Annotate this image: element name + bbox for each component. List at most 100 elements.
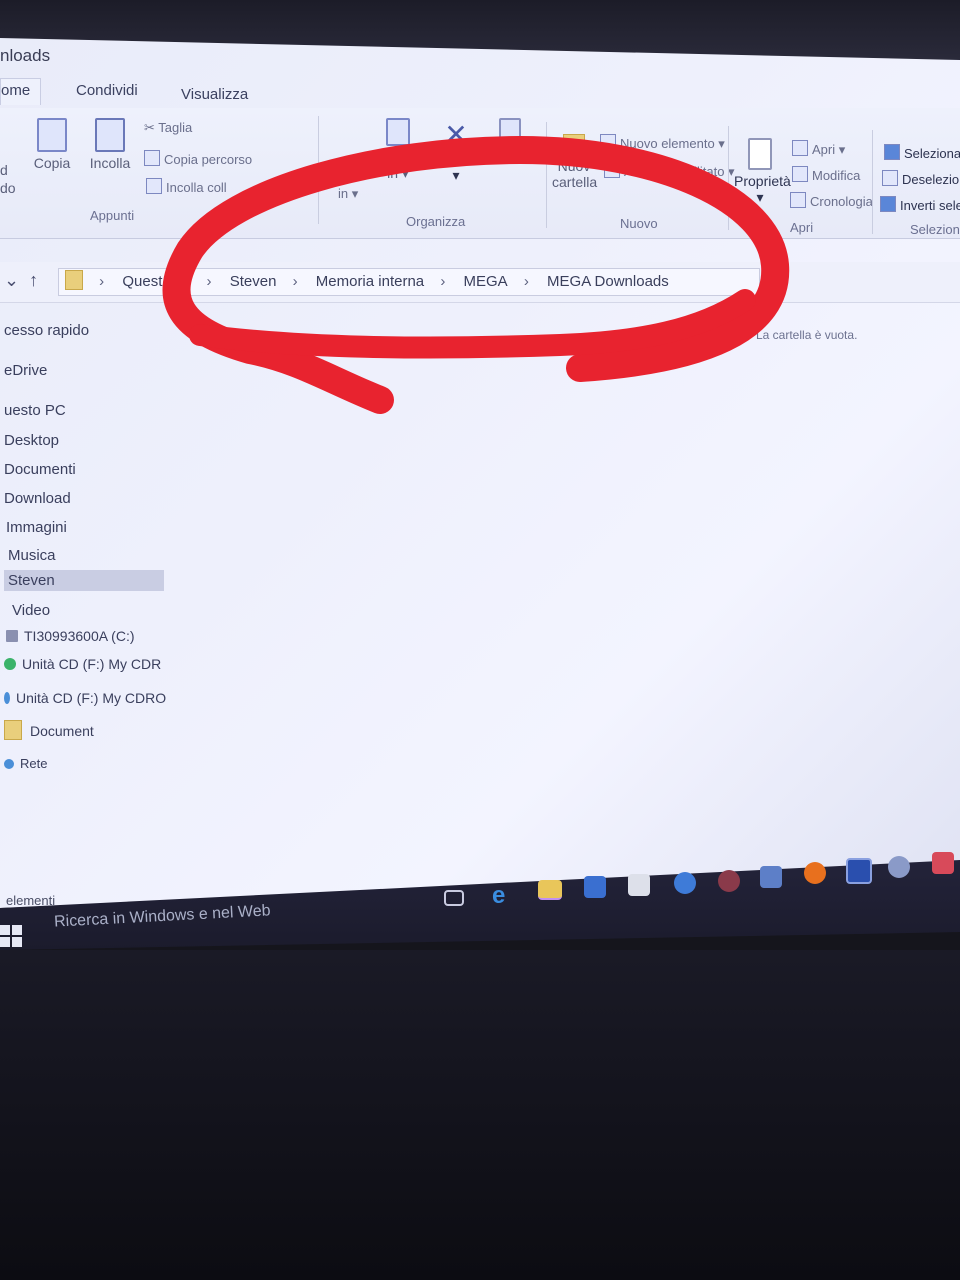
delete-button[interactable]: ✕ Elimina ▾	[432, 118, 480, 184]
tab-share[interactable]: Condividi	[76, 82, 138, 99]
copy-label: Copia	[33, 155, 71, 171]
history-button[interactable]: Cronologia	[790, 192, 873, 209]
copy-button[interactable]: Copia	[30, 118, 74, 171]
paste-shortcut-button[interactable]: Incolla coll	[146, 178, 227, 195]
calendar-icon[interactable]	[932, 852, 954, 874]
invert-selection-button[interactable]: Inverti selezi	[880, 196, 960, 213]
open-icon	[792, 140, 808, 156]
select-all-button[interactable]: Seleziona tu	[884, 144, 960, 161]
nav-item-onedrive[interactable]: eDrive	[0, 360, 51, 381]
folder-icon	[65, 270, 83, 290]
firefox-icon[interactable]	[804, 862, 826, 884]
up-arrow-icon[interactable]: ↑	[29, 270, 38, 290]
folder-icon	[4, 720, 22, 740]
nav-item-documents[interactable]: Documenti	[0, 459, 80, 480]
copy-to-icon	[386, 118, 410, 146]
edit-icon	[792, 166, 808, 182]
easy-access-button[interactable]: Accesso facilitato ▾	[604, 162, 735, 180]
recent-locations-icon[interactable]: ⌄	[4, 270, 19, 290]
cut-label: Taglia	[158, 120, 193, 135]
select-none-label: Deseleziona	[902, 172, 960, 187]
breadcrumb-item[interactable]: Memoria interna	[316, 269, 424, 295]
select-all-label: Seleziona tu	[904, 146, 960, 161]
mouse-cursor-icon	[372, 337, 382, 353]
breadcrumb[interactable]: › Quest › Steven › Memoria interna › MEG…	[58, 268, 760, 296]
new-item-label: Nuovo elemento	[620, 136, 715, 151]
nav-item-pictures[interactable]: Immagini	[2, 517, 71, 538]
copy-path-button[interactable]: Copia percorso	[144, 150, 252, 167]
copy-to-label-2: in	[387, 165, 398, 181]
remote-desktop-icon[interactable]	[584, 876, 606, 898]
window-icon[interactable]	[846, 858, 872, 884]
breadcrumb-item[interactable]: Steven	[230, 269, 277, 295]
copy-path-label: Copia percorso	[164, 152, 253, 167]
nav-item-drive-c[interactable]: TI30993600A (C:)	[2, 626, 139, 646]
properties-button[interactable]: Proprietà ▾	[734, 138, 791, 206]
copy-to-button[interactable]: Copia in ▾	[378, 118, 418, 182]
pin-label-2[interactable]: do	[0, 180, 16, 196]
cut-button[interactable]: ✂ Taglia	[144, 120, 192, 136]
chevron-right-icon[interactable]: ›	[440, 269, 445, 295]
chrome-icon[interactable]	[674, 872, 696, 894]
properties-label: Proprietà	[734, 173, 791, 189]
chevron-right-icon[interactable]: ›	[524, 269, 529, 295]
pin-label-1[interactable]: d	[0, 162, 8, 178]
window-title: nloads	[0, 46, 51, 65]
nav-item-desktop[interactable]: Desktop	[0, 430, 63, 451]
delete-icon: ✕	[444, 119, 468, 150]
copy-icon	[37, 118, 67, 152]
chevron-right-icon[interactable]: ›	[207, 269, 212, 295]
chevron-right-icon	[4, 692, 10, 704]
new-item-button[interactable]: Nuovo elemento ▾	[600, 134, 725, 152]
easy-access-icon	[604, 162, 620, 178]
tab-view[interactable]: Visualizza	[181, 86, 248, 103]
rename-button[interactable]: Rinomina	[482, 118, 542, 165]
open-group-label: Apri	[790, 220, 814, 235]
organize-group-label: Organizza	[406, 214, 466, 229]
paste-button[interactable]: Incolla	[86, 118, 134, 171]
store-icon[interactable]	[628, 874, 650, 896]
nav-item-downloads[interactable]: Download	[0, 488, 75, 509]
breadcrumb-item[interactable]: MEGA	[464, 269, 508, 295]
ribbon-separator	[546, 122, 547, 228]
ribbon: d do Copia Incolla ✂ Taglia Copia percor…	[0, 108, 960, 239]
task-view-icon[interactable]	[444, 890, 464, 906]
edit-label: Modifica	[812, 168, 861, 183]
nav-item-quick-access[interactable]: cesso rapido	[0, 320, 93, 341]
nav-item-this-pc[interactable]: uesto PC	[0, 400, 70, 421]
address-bar: ⌄ ↑ › Quest › Steven › Memoria interna ›…	[0, 262, 960, 303]
chevron-right-icon[interactable]: ›	[293, 269, 298, 295]
chevron-right-icon[interactable]: ›	[99, 269, 104, 295]
windows-start-icon[interactable]	[0, 925, 22, 947]
move-to-button[interactable]: in ▾	[338, 186, 358, 202]
nav-item-video[interactable]: Video	[8, 600, 54, 621]
select-all-icon	[884, 144, 900, 160]
nav-item-network[interactable]: Rete	[0, 754, 51, 773]
breadcrumb-item[interactable]: MEGA Downloads	[547, 269, 669, 295]
nav-item-cd-drive-2[interactable]: Unità CD (F:) My CDRO	[0, 688, 170, 708]
rename-icon	[499, 118, 521, 146]
bird-icon[interactable]	[888, 856, 910, 878]
delete-label: Elimina	[433, 151, 479, 167]
tab-home[interactable]: ome	[0, 78, 42, 105]
history-icon	[790, 192, 806, 208]
network-icon[interactable]	[760, 866, 782, 888]
breadcrumb-item[interactable]: Quest	[122, 269, 162, 295]
nav-item-cd-drive-label: Unità CD (F:) My CDR	[22, 656, 162, 672]
select-none-button[interactable]: Deseleziona	[882, 170, 960, 187]
edit-button[interactable]: Modifica	[792, 166, 860, 183]
copy-to-label-1: Copia	[379, 149, 417, 165]
edge-icon[interactable]: e	[492, 882, 514, 909]
properties-icon	[748, 138, 772, 170]
nav-item-music[interactable]: Musica	[4, 545, 60, 566]
new-folder-button[interactable]: Nuov cartella	[552, 134, 597, 190]
rename-label: Rinomina	[482, 149, 542, 165]
file-explorer-icon[interactable]	[538, 880, 562, 900]
nav-item-steven[interactable]: Steven	[4, 570, 164, 591]
ribbon-separator	[728, 126, 729, 230]
nav-item-cd-drive[interactable]: Unità CD (F:) My CDR	[0, 654, 165, 674]
ribbon-tabs: ome Condividi Visualizza	[0, 78, 960, 108]
media-icon[interactable]	[718, 870, 740, 892]
open-button[interactable]: Apri ▾	[792, 140, 845, 158]
nav-item-document[interactable]: Document	[0, 718, 98, 742]
